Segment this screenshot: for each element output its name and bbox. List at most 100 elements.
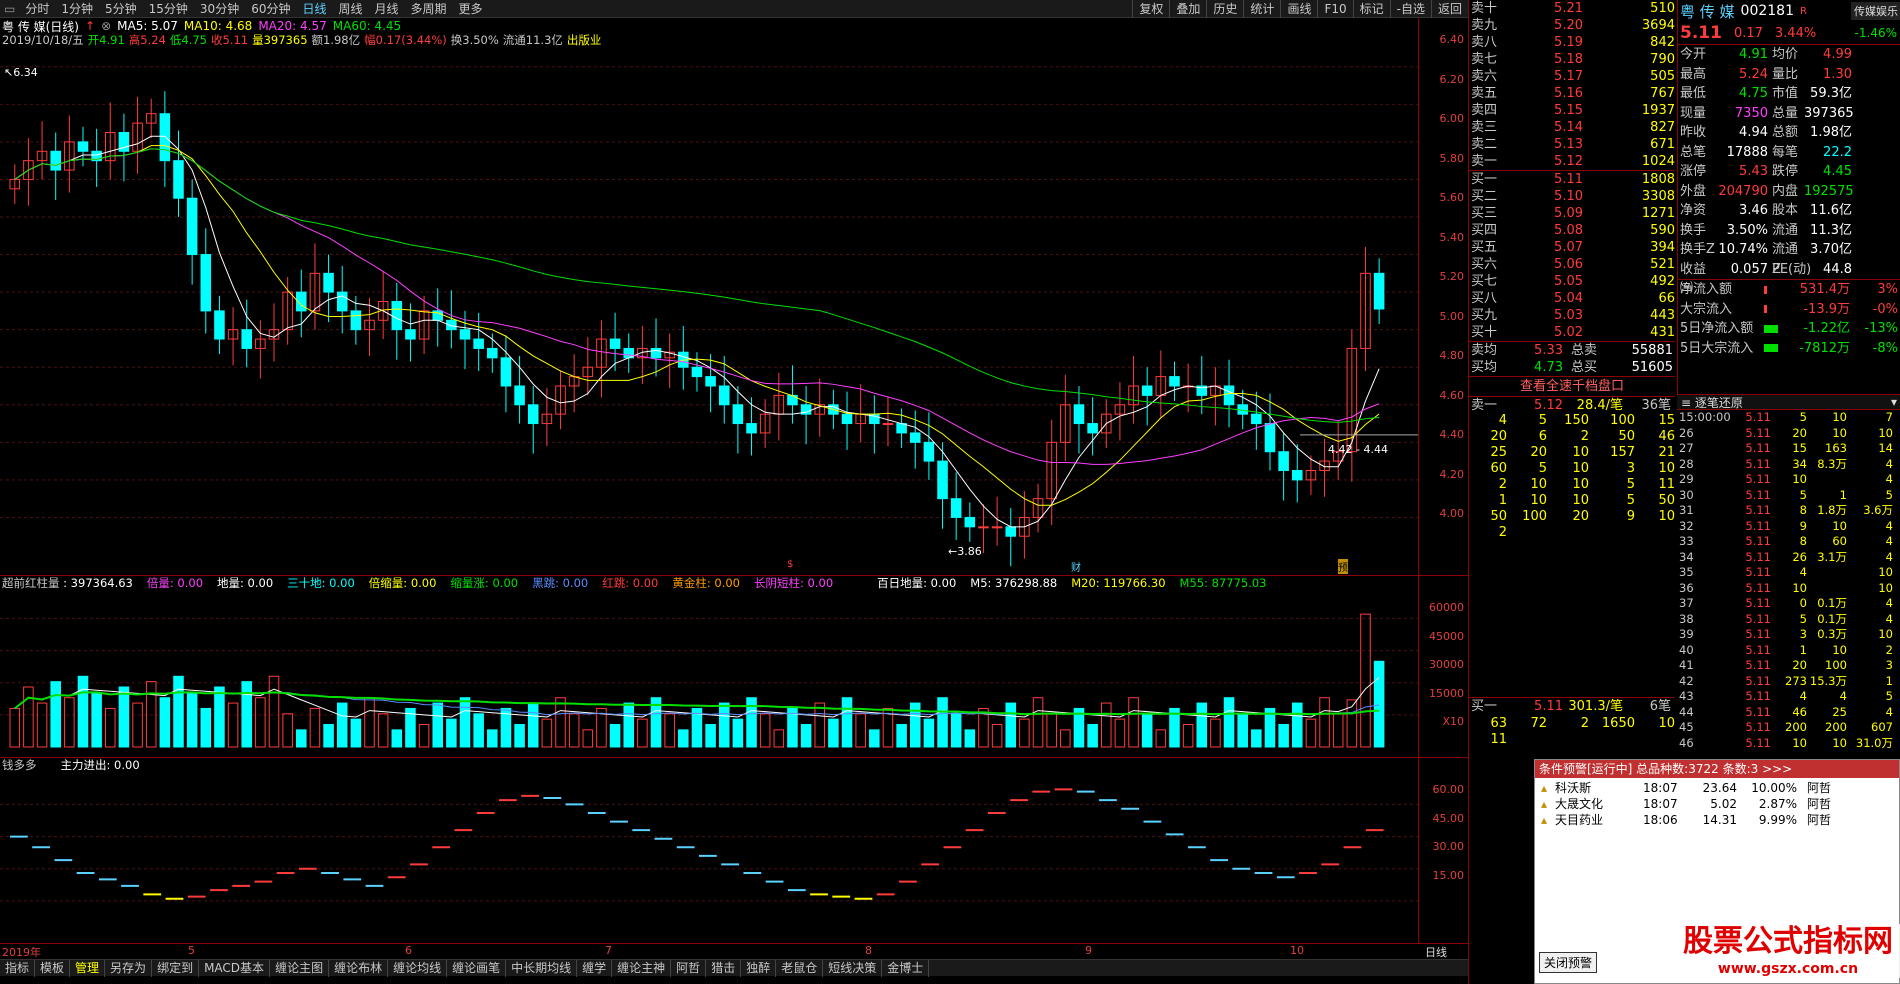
indicator-tab[interactable]: 缠论布林 <box>329 959 389 977</box>
period-tab[interactable]: 月线 <box>369 0 405 18</box>
period-tab[interactable]: 5分钟 <box>99 0 143 18</box>
period-tab[interactable]: 多周期 <box>405 0 453 18</box>
volume-bar <box>773 729 785 748</box>
tick-row: 44 5.11 46 25 4 <box>1679 704 1893 719</box>
alert-item[interactable]: ▴ 天目药业 18:06 14.31 9.99% 阿哲 <box>1535 812 1899 828</box>
depth-cell: 2 <box>1498 477 1507 492</box>
candle-body <box>1223 385 1235 406</box>
indicator-tab[interactable]: MACD基本 <box>199 959 271 977</box>
tool-button[interactable]: 画线 <box>1280 0 1317 18</box>
order-row[interactable]: 卖九 5.20 3694 <box>1469 17 1675 34</box>
order-row[interactable]: 买八 5.04 66 <box>1469 290 1675 307</box>
tool-button[interactable]: 统计 <box>1243 0 1280 18</box>
indicator-tab[interactable]: 模板 <box>35 959 71 977</box>
indicator-tab[interactable]: 缠论均线 <box>388 959 448 977</box>
flow-row: 5日大宗流入 -7812万 -8% <box>1680 339 1900 359</box>
indicator-tab[interactable]: 中长期均线 <box>506 959 578 977</box>
tick-list[interactable]: ≡ 逐笔还原 ▾ 15:00:00 5.11 5 10 7 26 5.11 20 10 10 27 5… <box>1677 394 1900 764</box>
kline-chart[interactable]: 粤 传 媒(日线) ↑ ⊗ MA5: 5.07 MA10: 4.68 MA20:… <box>0 18 1468 575</box>
indicator-tab[interactable]: 短线决策 <box>823 959 883 977</box>
tool-button[interactable]: 叠加 <box>1169 0 1206 18</box>
volume-plot <box>0 613 1418 748</box>
depth-button[interactable]: 查看全速千档盘口 <box>1469 376 1675 396</box>
order-row[interactable]: 买六 5.06 521 <box>1469 256 1675 273</box>
volume-bar <box>268 675 280 748</box>
volume-bar <box>282 713 293 748</box>
period-tab[interactable]: 更多 <box>453 0 489 18</box>
order-row[interactable]: 卖十 5.21 510 <box>1469 0 1675 17</box>
volume-bar <box>36 702 48 748</box>
indicator-tab[interactable]: 指标 <box>0 959 36 977</box>
flow-row: 净流入额 531.4万 3% <box>1680 280 1900 300</box>
indicator-tab[interactable]: 缠论主图 <box>270 959 330 977</box>
alert-item[interactable]: ▴ 大晟文化 18:07 5.02 2.87% 阿哲 <box>1535 796 1899 812</box>
volume-bar <box>555 697 566 748</box>
close-alert-button[interactable]: 关闭预警 <box>1539 952 1598 973</box>
indicator-tab[interactable]: 猎击 <box>706 959 742 977</box>
order-row[interactable]: 买三 5.09 1271 <box>1469 205 1675 222</box>
order-row[interactable]: 卖一 5.12 1024 <box>1469 153 1675 170</box>
indicator-tab[interactable]: 管理 <box>70 959 106 977</box>
alert-title[interactable]: 条件预警[运行中] 总品种数:3722 条数:3 >>> <box>1535 760 1899 778</box>
order-row[interactable]: 买五 5.07 394 <box>1469 239 1675 256</box>
tool-button[interactable]: 标记 <box>1352 0 1390 18</box>
tool-button[interactable]: 历史 <box>1206 0 1243 18</box>
dropdown-icon[interactable]: ▾ <box>1891 395 1900 409</box>
avg-sell-row: 卖均 5.33 总卖 55881 <box>1471 343 1673 358</box>
indicator-tab[interactable]: 缠论画笔 <box>447 959 507 977</box>
tool-button[interactable]: 返回 <box>1430 0 1468 18</box>
indicator-tab[interactable]: 阿哲 <box>671 959 707 977</box>
volume-bar <box>1141 713 1153 748</box>
volume-chart[interactable]: 超前红柱量 : 397364.63 倍量: 0.00 地量: 0.00 三十地:… <box>0 575 1468 757</box>
sector-logo[interactable]: 传媒娱乐 <box>1851 2 1900 20</box>
order-row[interactable]: 买四 5.08 590 <box>1469 222 1675 239</box>
order-row[interactable]: 卖六 5.17 505 <box>1469 68 1675 85</box>
period-tab[interactable]: 1分钟 <box>55 0 99 18</box>
finance-marker[interactable]: 财 <box>1071 559 1081 574</box>
order-row[interactable]: 买七 5.05 492 <box>1469 273 1675 290</box>
order-row[interactable]: 卖四 5.15 1937 <box>1469 102 1675 119</box>
order-row[interactable]: 卖三 5.14 827 <box>1469 119 1675 136</box>
period-tab[interactable]: 日线 <box>296 0 332 18</box>
period-tab[interactable]: 30分钟 <box>194 0 245 18</box>
order-row[interactable]: 卖二 5.13 671 <box>1469 136 1675 153</box>
menu-icon[interactable]: ▭ <box>0 2 19 16</box>
axis-tick: 60000 <box>1429 601 1464 614</box>
volume-bar <box>23 686 34 748</box>
order-book: 卖十 5.21 510 卖九 5.20 3694 卖八 5.19 842 卖七 5.18 790 卖六 5… <box>1469 0 1675 747</box>
order-row[interactable]: 卖八 5.19 842 <box>1469 34 1675 51</box>
order-row[interactable]: 卖七 5.18 790 <box>1469 51 1675 68</box>
indicator-tab[interactable]: 另存为 <box>105 959 153 977</box>
indicator-tab[interactable]: 绑定到 <box>152 959 200 977</box>
candle-body <box>705 376 716 387</box>
alert-item[interactable]: ▴ 科沃斯 18:07 23.64 10.00% 阿哲 <box>1535 780 1899 796</box>
indicator-tab[interactable]: 独醉 <box>741 959 777 977</box>
indicator-tab[interactable]: 缠论主神 <box>612 959 672 977</box>
indicator-tab[interactable]: 金博士 <box>882 959 930 977</box>
tool-button[interactable]: F10 <box>1317 0 1352 18</box>
order-row[interactable]: 卖五 5.16 767 <box>1469 85 1675 102</box>
volume-bar <box>336 702 348 748</box>
event-marker[interactable]: $ <box>787 559 793 570</box>
indicator-chart[interactable]: 钱多多 主力进出: 0.00 60.00 45.00 30.00 15.00 <box>0 757 1468 943</box>
indicator-tab[interactable]: 老鼠仓 <box>776 959 824 977</box>
volume-bar <box>296 729 307 748</box>
tool-button[interactable]: -自选 <box>1389 0 1431 18</box>
axis-tick: 15.00 <box>1432 868 1465 882</box>
period-tab[interactable]: 周线 <box>333 0 369 18</box>
period-tab[interactable]: 15分钟 <box>143 0 194 18</box>
order-row[interactable]: 买十 5.02 431 <box>1469 324 1675 341</box>
stat-row: 最低 4.75 市值 59.3亿 <box>1680 86 1852 101</box>
volume-bar <box>64 697 75 748</box>
order-row[interactable]: 买二 5.10 3308 <box>1469 188 1675 205</box>
volume-bar <box>759 713 771 748</box>
period-tab[interactable]: 60分钟 <box>245 0 296 18</box>
order-row[interactable]: 买一 5.11 1808 <box>1469 171 1675 188</box>
indicator-tab[interactable]: 缠学 <box>577 959 613 977</box>
depth-cell: 20 <box>1490 429 1507 444</box>
order-row[interactable]: 买九 5.03 443 <box>1469 307 1675 324</box>
volume-bar <box>964 729 976 748</box>
tool-button[interactable]: 复权 <box>1132 0 1169 18</box>
period-tab[interactable]: 分时 <box>19 0 55 18</box>
forecast-marker[interactable]: 预 <box>1338 559 1348 574</box>
